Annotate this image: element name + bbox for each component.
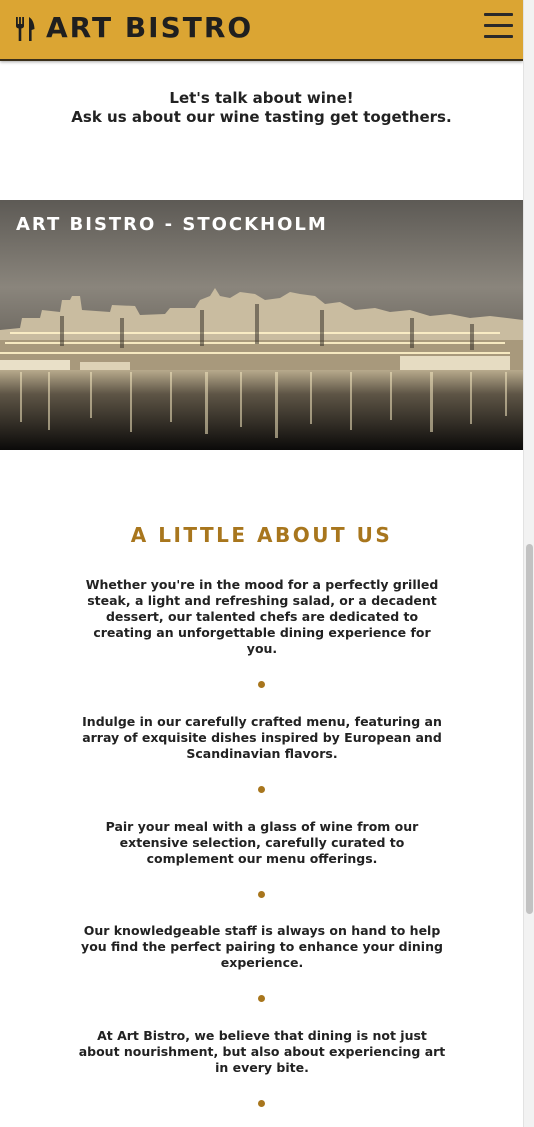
- about-title: A LITTLE ABOUT US: [130, 523, 393, 547]
- about-paragraph: Our knowledgeable staff is always on han…: [81, 923, 443, 970]
- site-header: ART BISTRO: [0, 0, 523, 61]
- about-paragraph: Whether you're in the mood for a perfect…: [85, 577, 439, 656]
- bullet-dot-icon: [258, 995, 265, 1002]
- wine-promo: Let's talk about wine! Ask us about our …: [0, 89, 523, 127]
- brand-title[interactable]: ART BISTRO: [46, 11, 253, 45]
- bullet-dot-icon: [258, 1100, 265, 1107]
- about-paragraph: Indulge in our carefully crafted menu, f…: [82, 714, 442, 761]
- about-paragraph: At Art Bistro, we believe that dining is…: [78, 1028, 446, 1075]
- wine-promo-text: Ask us about our wine tasting get togeth…: [71, 108, 452, 126]
- page: ART BISTRO Let's talk about wine! Ask us…: [0, 0, 523, 1127]
- hero-title: ART BISTRO - STOCKHOLM: [16, 214, 328, 235]
- scrollbar-thumb[interactable]: [526, 544, 533, 914]
- wine-promo-heading: Let's talk about wine!: [169, 89, 354, 107]
- bullet-dot-icon: [258, 681, 265, 688]
- about-paragraph: Pair your meal with a glass of wine from…: [105, 819, 419, 866]
- bullet-dot-icon: [258, 891, 265, 898]
- hero-banner: ART BISTRO - STOCKHOLM: [0, 200, 523, 450]
- stockholm-night-image: [0, 200, 523, 450]
- fork-knife-icon[interactable]: [15, 17, 37, 41]
- bullet-dot-icon: [258, 786, 265, 793]
- hamburger-menu-icon[interactable]: [484, 13, 514, 39]
